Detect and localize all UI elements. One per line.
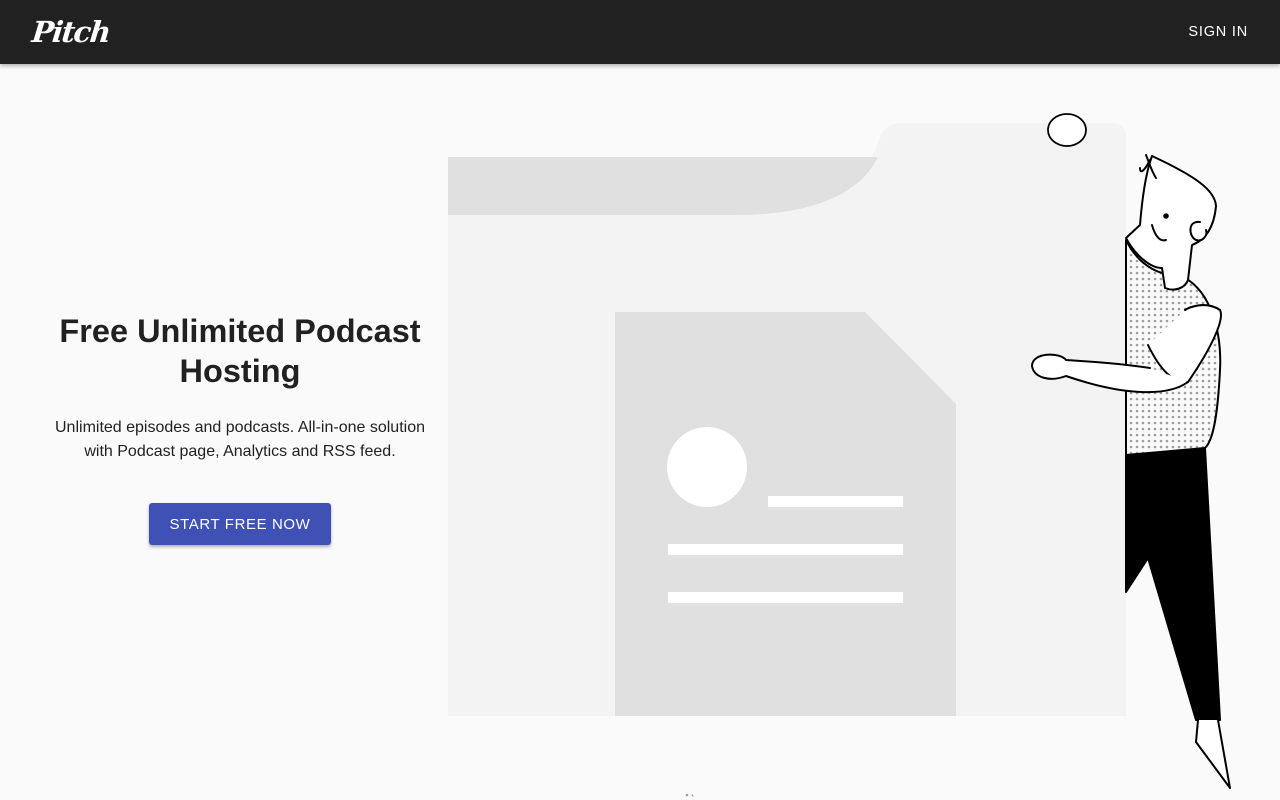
sign-in-button[interactable]: SIGN IN (1188, 20, 1248, 44)
hero-subtitle: Unlimited episodes and podcasts. All-in-… (55, 419, 425, 460)
hero-text-block: Free Unlimited Podcast Hosting Unlimited… (40, 311, 440, 545)
top-app-bar: Pitch SIGN IN (0, 0, 1280, 64)
start-free-now-button[interactable]: START FREE NOW (149, 503, 331, 545)
hero-title: Free Unlimited Podcast Hosting (59, 313, 421, 389)
avatar-placeholder-icon (667, 427, 747, 507)
document-card (615, 312, 956, 716)
pitch-logo[interactable]: Pitch (30, 13, 111, 51)
bubble-icon (1047, 113, 1087, 147)
decorative-dot-icon (681, 793, 695, 800)
